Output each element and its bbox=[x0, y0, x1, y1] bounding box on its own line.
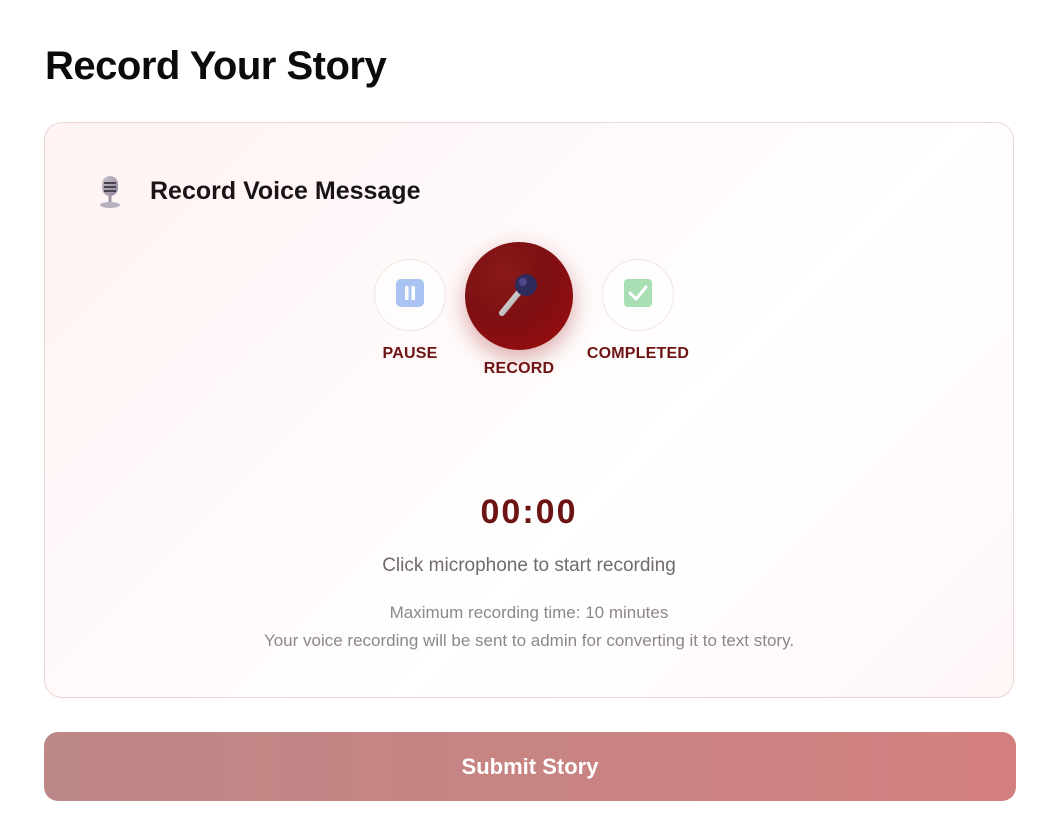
recorder-card: Record Voice Message PAUSE RECORD COMPLE… bbox=[44, 122, 1014, 698]
completed-label: COMPLETED bbox=[586, 345, 690, 362]
studio-microphone-icon bbox=[97, 173, 123, 209]
record-button[interactable] bbox=[465, 242, 573, 350]
recording-hint: Click microphone to start recording bbox=[382, 555, 676, 576]
pause-button[interactable] bbox=[374, 259, 446, 331]
check-icon bbox=[624, 278, 652, 312]
microphone-icon bbox=[494, 269, 544, 324]
max-time-note: Maximum recording time: 10 minutes bbox=[389, 603, 669, 622]
page: Record Your Story Record Voice Message P… bbox=[0, 0, 1062, 839]
completed-button[interactable] bbox=[602, 259, 674, 331]
submit-story-button[interactable]: Submit Story bbox=[44, 732, 1016, 801]
recording-timer: 00:00 bbox=[480, 493, 578, 531]
record-label: RECORD bbox=[483, 360, 555, 377]
completed-control: COMPLETED bbox=[573, 259, 703, 363]
pause-control: PAUSE bbox=[373, 259, 447, 363]
page-title: Record Your Story bbox=[45, 44, 387, 88]
record-control: RECORD bbox=[464, 242, 574, 378]
pause-label: PAUSE bbox=[382, 345, 438, 362]
recorder-title: Record Voice Message bbox=[150, 176, 421, 205]
pause-icon bbox=[396, 278, 424, 312]
admin-note: Your voice recording will be sent to adm… bbox=[263, 631, 795, 650]
recorder-header: Record Voice Message bbox=[97, 173, 420, 209]
